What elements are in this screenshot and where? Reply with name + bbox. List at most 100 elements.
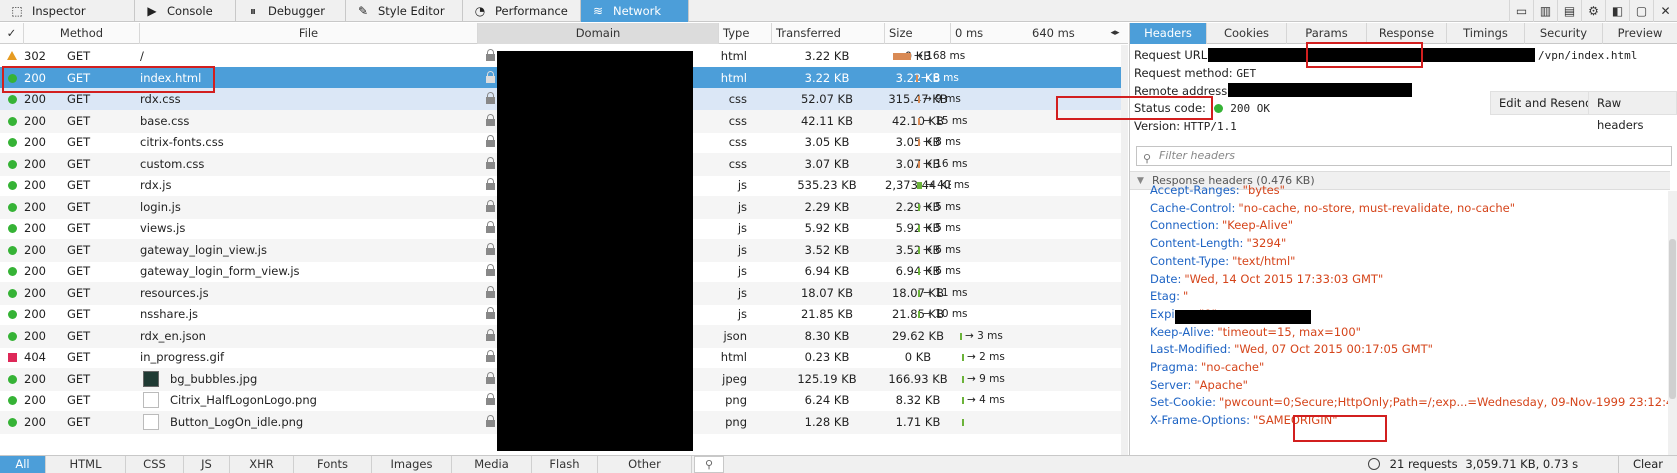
filter-fonts[interactable]: Fonts xyxy=(294,456,372,473)
col-type[interactable]: Type xyxy=(719,23,772,44)
tab-timings[interactable]: Timings xyxy=(1447,23,1525,44)
edit-resend-button[interactable]: Edit and Resend xyxy=(1490,91,1602,115)
status-ok-icon xyxy=(8,374,17,384)
details-scrollbar[interactable] xyxy=(1668,191,1677,455)
header-value: "Wed, 14 Oct 2015 17:33:03 GMT" xyxy=(1184,271,1384,286)
lock-icon xyxy=(486,199,495,213)
request-url-row: Request URL: xyxy=(1134,48,1211,62)
request-status: 200 xyxy=(24,221,46,235)
tab-console[interactable]: ▶ Console xyxy=(135,0,236,22)
filter-flash[interactable]: Flash xyxy=(532,456,598,473)
scroll-right-icon[interactable]: ◂▸ xyxy=(1102,23,1128,44)
response-header-row[interactable]: Etag: " xyxy=(1150,289,1188,303)
request-status: 200 xyxy=(24,242,46,257)
tab-style-editor[interactable]: ✎ Style Editor xyxy=(346,0,463,22)
timing-bar xyxy=(962,375,964,383)
col-file[interactable]: File xyxy=(140,23,478,44)
request-file: rdx_en.json xyxy=(140,328,206,343)
header-value: "Wed, 07 Oct 2015 00:17:05 GMT" xyxy=(1234,342,1433,357)
response-header-row[interactable]: Content-Length: "3294" xyxy=(1150,236,1286,250)
response-header-row[interactable]: Accept-Ranges: "bytes" xyxy=(1150,183,1285,197)
header-name: Set-Cookie: xyxy=(1150,395,1216,410)
lock-icon xyxy=(486,70,495,84)
col-size[interactable]: Size xyxy=(885,23,951,44)
request-url-label: Request URL: xyxy=(1134,48,1212,62)
header-value: "Apache" xyxy=(1194,377,1248,392)
dock-window-icon[interactable]: ▢ xyxy=(1629,0,1653,22)
request-file: rdx.js xyxy=(140,178,172,192)
request-size: 29.62 KB xyxy=(891,328,944,343)
request-status: 200 xyxy=(24,113,46,128)
request-method: GET xyxy=(67,156,91,171)
request-type: html xyxy=(720,70,747,85)
timing-bar xyxy=(918,246,920,254)
request-summary[interactable]: 21 requests 3,059.71 KB, 0.73 s xyxy=(1368,456,1578,473)
timing-label: → 8 ms xyxy=(923,136,961,148)
tab-response[interactable]: Response xyxy=(1367,23,1447,44)
tab-preview[interactable]: Preview xyxy=(1603,23,1677,44)
filter-headers-input[interactable]: ⚲ Filter headers xyxy=(1136,146,1672,166)
status-ok-icon xyxy=(8,138,17,147)
request-transferred: 1.28 KB xyxy=(804,414,850,429)
filter-js[interactable]: JS xyxy=(184,456,230,473)
tab-debugger[interactable]: ⏸ Debugger xyxy=(236,0,346,22)
response-header-row[interactable]: Content-Type: "text/html" xyxy=(1150,254,1295,268)
dock-side-icon[interactable]: ◧ xyxy=(1605,0,1629,22)
col-waterfall[interactable]: 0 ms xyxy=(951,23,1023,44)
response-header-row[interactable]: Cache-Control: "no-cache, no-store, must-… xyxy=(1150,201,1515,215)
raw-headers-button[interactable]: Raw headers xyxy=(1588,91,1677,132)
close-icon[interactable]: ✕ xyxy=(1653,0,1677,22)
response-header-row[interactable]: Server: "Apache" xyxy=(1150,378,1248,392)
timing-bar xyxy=(918,139,920,146)
request-transferred: 3.22 KB xyxy=(804,70,850,85)
lock-icon xyxy=(486,49,495,62)
status-ok-icon xyxy=(8,396,17,405)
status-ok-icon xyxy=(8,310,17,319)
response-header-row[interactable]: Last-Modified: "Wed, 07 Oct 2015 00:17:05… xyxy=(1150,342,1433,356)
annotation-box xyxy=(2,66,215,93)
response-header-row[interactable]: Set-Cookie: "pwcount=0;Secure;HttpOnly;Pa… xyxy=(1150,395,1677,409)
request-method: GET xyxy=(67,371,91,386)
timing-bar xyxy=(918,311,920,318)
col-transferred[interactable]: Transferred xyxy=(772,23,885,44)
request-file: gateway_login_view.js xyxy=(140,242,267,257)
request-status: 200 xyxy=(24,307,46,321)
response-header-row[interactable]: Date: "Wed, 14 Oct 2015 17:33:03 GMT" xyxy=(1150,272,1383,286)
col-status[interactable]: ✓ xyxy=(0,23,24,44)
col-domain[interactable]: Domain xyxy=(478,23,719,44)
filter-media[interactable]: Media xyxy=(452,456,532,473)
settings-icon[interactable]: ⚙ xyxy=(1581,0,1605,22)
timing-label: → 16 ms xyxy=(923,157,968,170)
request-method: GET xyxy=(67,264,91,278)
response-header-row[interactable]: Connection: "Keep-Alive" xyxy=(1150,218,1293,232)
clear-button[interactable]: Clear xyxy=(1618,456,1677,473)
search-icon[interactable]: ⚲ xyxy=(694,456,724,473)
filter-other[interactable]: Other xyxy=(598,456,692,473)
request-type: js xyxy=(737,242,747,257)
panes-icon[interactable]: ▥ xyxy=(1533,0,1557,22)
tab-performance[interactable]: ◔ Performance xyxy=(463,0,581,22)
filter-images[interactable]: Images xyxy=(372,456,452,473)
redacted-etag xyxy=(1175,310,1311,324)
filter-xhr[interactable]: XHR xyxy=(230,456,294,473)
col-method[interactable]: Method xyxy=(24,23,140,44)
layout-toggle-icon[interactable]: ▭ xyxy=(1509,0,1533,22)
lock-icon xyxy=(486,178,495,191)
tab-security[interactable]: Security xyxy=(1525,23,1603,44)
scrollbar-thumb[interactable] xyxy=(1669,239,1676,399)
filter-css[interactable]: CSS xyxy=(126,456,184,473)
request-transferred: 21.85 KB xyxy=(800,307,853,321)
filter-html[interactable]: HTML xyxy=(46,456,126,473)
tab-network[interactable]: ≋ Network xyxy=(581,0,689,22)
status-ok-icon xyxy=(1213,104,1223,113)
tab-cookies[interactable]: Cookies xyxy=(1207,23,1287,44)
tab-label: Performance xyxy=(495,4,568,18)
tab-inspector[interactable]: ⬚ Inspector xyxy=(0,0,135,22)
response-header-row[interactable]: Pragma: "no-cache" xyxy=(1150,360,1264,374)
response-header-row[interactable]: Keep-Alive: "timeout=15, max=100" xyxy=(1150,325,1361,339)
filter-all[interactable]: All xyxy=(0,456,46,473)
tab-headers[interactable]: Headers xyxy=(1130,23,1207,44)
tab-params[interactable]: Params xyxy=(1287,23,1367,44)
status-ok-icon xyxy=(8,116,17,126)
split-console-icon[interactable]: ▤ xyxy=(1557,0,1581,22)
